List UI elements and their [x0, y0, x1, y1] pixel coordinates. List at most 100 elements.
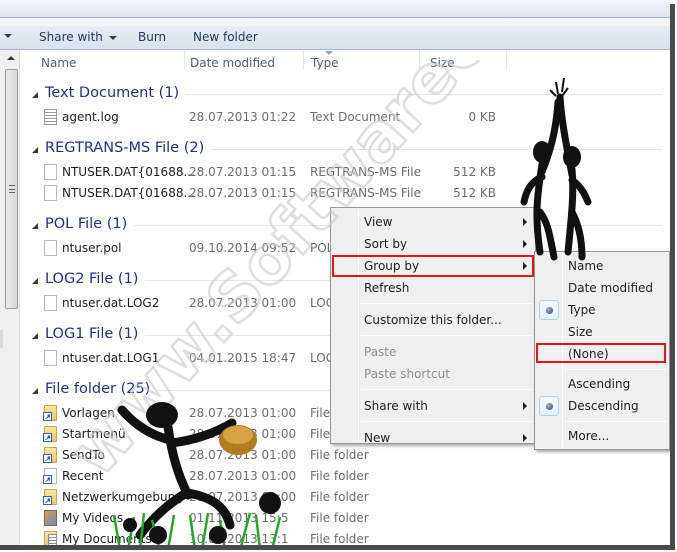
- file-type: File folder: [310, 448, 369, 462]
- file-date: 28.07.2013 01:22: [189, 110, 297, 124]
- recent-shortcut-icon: [43, 468, 57, 484]
- column-date-modified[interactable]: Date modified: [190, 56, 275, 70]
- file-type: File folder: [310, 469, 369, 483]
- group-title: REGTRANS-MS File (2): [45, 140, 212, 156]
- submenu-item-none[interactable]: (None): [537, 343, 667, 365]
- submenu-item-type[interactable]: Type: [537, 299, 667, 321]
- folder-shortcut-icon: [43, 405, 57, 421]
- collapse-triangle-icon[interactable]: [32, 388, 38, 394]
- menu-item-view[interactable]: View: [333, 211, 533, 233]
- file-name: Recent: [62, 469, 104, 483]
- collapse-triangle-icon[interactable]: [32, 333, 38, 339]
- radio-selected-icon: [539, 396, 559, 416]
- submenu-item-date-modified[interactable]: Date modified: [537, 277, 667, 299]
- file-type: File folder: [310, 532, 369, 546]
- shortcut-arrow-icon: [43, 412, 52, 421]
- file-date: 28.07.2013 01:00: [189, 296, 297, 310]
- shortcut-arrow-icon: [43, 433, 52, 442]
- file-size: 512 KB: [453, 165, 496, 179]
- videos-folder-icon: [44, 510, 57, 526]
- file-icon: [44, 164, 57, 180]
- shortcut-arrow-icon: [43, 475, 52, 484]
- chevron-down-icon: [108, 35, 117, 40]
- file-type: File folder: [310, 511, 369, 525]
- menu-item-customize-this-folder[interactable]: Customize this folder...: [333, 309, 533, 331]
- file-name: ntuser.dat.LOG1: [62, 351, 160, 365]
- group-by-submenu: Name Date modified Type Size (None) Ascending…: [534, 251, 670, 450]
- file-size: 0 KB: [468, 110, 496, 124]
- menu-separator: [565, 369, 667, 370]
- column-type[interactable]: Type: [311, 56, 339, 70]
- column-size[interactable]: Size: [430, 56, 455, 70]
- file-icon: [44, 240, 57, 256]
- submenu-item-more[interactable]: More...: [537, 425, 667, 447]
- group-title: LOG1 File (1): [45, 326, 146, 342]
- folder-shortcut-icon: [43, 426, 57, 442]
- explorer-window: Share with Burn New folder Name Date mod…: [0, 0, 670, 546]
- file-icon: [44, 295, 57, 311]
- burn-button[interactable]: Burn: [138, 30, 166, 44]
- file-type: REGTRANS-MS File: [310, 165, 421, 179]
- sort-indicator-icon: [325, 51, 333, 55]
- menu-separator: [361, 421, 533, 422]
- menu-item-group-by[interactable]: Group by: [333, 255, 533, 277]
- submenu-arrow-icon: [523, 262, 527, 270]
- file-date: 28.07.2013 01:15: [189, 186, 297, 200]
- menu-item-paste-shortcut: Paste shortcut: [364, 367, 450, 381]
- scrollbar-thumb[interactable]: [5, 69, 18, 309]
- radio-selected-icon: [539, 300, 559, 320]
- chevron-down-icon: [4, 33, 12, 38]
- shortcut-arrow-icon: [43, 454, 52, 463]
- file-name: NTUSER.DAT{01688...: [62, 165, 195, 179]
- dancing-figures-icon: [520, 77, 592, 261]
- collapse-triangle-icon[interactable]: [32, 278, 38, 284]
- text-file-icon: [44, 109, 57, 125]
- context-menu: View Sort by Group by Refresh Customize this…: [330, 207, 536, 445]
- file-date: 09.10.2014 09:52: [189, 241, 297, 255]
- file-date: 28.07.2013 01:15: [189, 165, 297, 179]
- menu-item-refresh[interactable]: Refresh: [333, 277, 533, 299]
- menu-separator: [565, 421, 667, 422]
- file-name: ntuser.dat.LOG2: [62, 296, 160, 310]
- address-bar-area: [0, 0, 670, 18]
- file-icon: [44, 185, 57, 201]
- group-title: POL File (1): [45, 216, 135, 232]
- file-name: ntuser.pol: [62, 241, 122, 255]
- grip-icon: [9, 185, 15, 193]
- file-date: 04.01.2015 18:47: [189, 351, 297, 365]
- file-type: Text Document: [310, 110, 401, 124]
- submenu-item-descending[interactable]: Descending: [537, 395, 667, 417]
- menu-separator: [361, 389, 533, 390]
- menu-item-paste: Paste: [364, 345, 397, 359]
- file-name: SendTo: [62, 448, 105, 462]
- new-folder-button[interactable]: New folder: [193, 30, 258, 44]
- collapse-triangle-icon[interactable]: [32, 223, 38, 229]
- submenu-item-ascending[interactable]: Ascending: [537, 373, 667, 395]
- organize-dropdown-arrow[interactable]: [0, 28, 12, 42]
- scroll-up-arrow-icon[interactable]: [7, 56, 15, 60]
- folder-shortcut-icon: [43, 447, 57, 463]
- collapse-triangle-icon[interactable]: [32, 92, 38, 98]
- file-name: agent.log: [62, 110, 119, 124]
- group-title: Text Document (1): [45, 85, 187, 101]
- documents-folder-icon: [44, 531, 57, 546]
- running-figure-icon: [112, 402, 282, 546]
- command-bar: Share with Burn New folder: [0, 26, 670, 50]
- folder-shortcut-icon: [43, 489, 57, 505]
- share-with-button[interactable]: Share with: [39, 30, 117, 44]
- menu-item-share-with[interactable]: Share with: [333, 395, 533, 417]
- nav-pane-scrollbar[interactable]: [3, 50, 20, 546]
- file-size: 512 KB: [453, 186, 496, 200]
- file-name: NTUSER.DAT{01688...: [62, 186, 195, 200]
- menu-separator: [361, 335, 533, 336]
- menu-item-new[interactable]: New: [333, 427, 533, 449]
- group-title: LOG2 File (1): [45, 271, 146, 287]
- submenu-item-size[interactable]: Size: [537, 321, 667, 343]
- menu-item-sort-by[interactable]: Sort by: [333, 233, 533, 255]
- file-type: REGTRANS-MS File: [310, 186, 421, 200]
- collapse-triangle-icon[interactable]: [32, 147, 38, 153]
- file-type: File folder: [310, 490, 369, 504]
- file-icon: [44, 350, 57, 366]
- column-name[interactable]: Name: [41, 56, 76, 70]
- submenu-arrow-icon: [523, 402, 527, 410]
